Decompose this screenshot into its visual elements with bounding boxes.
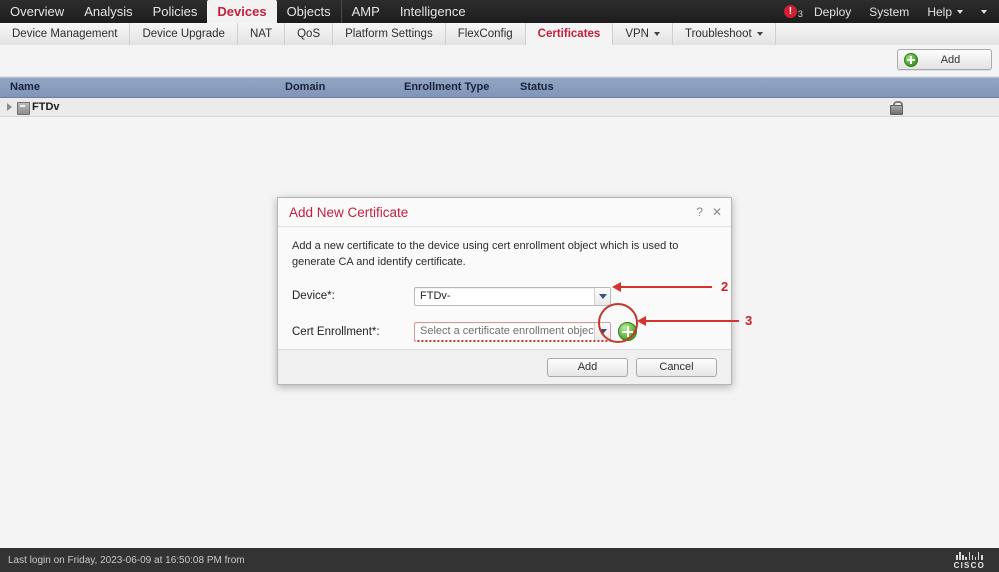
dialog-title: Add New Certificate bbox=[289, 204, 409, 220]
top-navigation-bar: Overview Analysis Policies Devices Objec… bbox=[0, 0, 999, 23]
device-field-label: Device*: bbox=[292, 290, 335, 303]
subnav-item-qos[interactable]: QoS bbox=[285, 23, 334, 45]
notification-badge[interactable]: ! 3 bbox=[776, 4, 805, 19]
subnav-label: VPN bbox=[625, 28, 649, 40]
certificates-table-header: Name Domain Enrollment Type Status bbox=[0, 77, 999, 98]
cisco-bars-icon bbox=[956, 551, 983, 560]
secondary-navigation-bar: Device Management Device Upgrade NAT QoS… bbox=[0, 23, 999, 46]
nav-item-analysis[interactable]: Analysis bbox=[74, 0, 142, 23]
cert-enrollment-select[interactable]: Select a certificate enrollment object bbox=[414, 321, 611, 342]
nav-label: Analysis bbox=[84, 4, 133, 19]
subnav-label: QoS bbox=[297, 28, 321, 40]
cert-enrollment-placeholder: Select a certificate enrollment object bbox=[420, 325, 597, 338]
application-window: Overview Analysis Policies Devices Objec… bbox=[0, 0, 999, 572]
dialog-add-button[interactable]: Add bbox=[547, 357, 628, 377]
subnav-item-nat[interactable]: NAT bbox=[238, 23, 286, 45]
system-menu[interactable]: System bbox=[860, 0, 918, 23]
nav-item-amp[interactable]: AMP bbox=[340, 0, 390, 23]
subnav-item-certificates[interactable]: Certificates bbox=[525, 23, 614, 46]
deploy-button[interactable]: Deploy bbox=[805, 0, 860, 23]
subnav-label: Device Upgrade bbox=[142, 28, 225, 40]
subnav-label: Platform Settings bbox=[345, 28, 433, 40]
nav-item-intelligence[interactable]: Intelligence bbox=[390, 0, 476, 23]
cisco-wordmark: CISCO bbox=[953, 560, 985, 570]
nav-item-policies[interactable]: Policies bbox=[143, 0, 208, 23]
cert-enrollment-field-label: Cert Enrollment*: bbox=[292, 325, 380, 338]
subnav-label: Certificates bbox=[537, 28, 601, 40]
dialog-description: Add a new certificate to the device usin… bbox=[292, 240, 679, 268]
chevron-down-icon bbox=[981, 9, 987, 14]
dialog-title-actions: ? ✕ bbox=[696, 198, 722, 226]
column-header-enrollment-type[interactable]: Enrollment Type bbox=[404, 78, 489, 97]
device-select[interactable]: FTDv- bbox=[414, 286, 611, 306]
column-header-name[interactable]: Name bbox=[10, 78, 40, 97]
nav-label: AMP bbox=[351, 4, 380, 19]
dialog-title-bar: Add New Certificate ? ✕ bbox=[278, 198, 731, 227]
system-label: System bbox=[869, 4, 910, 19]
notification-count: 3 bbox=[797, 9, 803, 19]
add-button-label: Add bbox=[940, 53, 961, 66]
annotation-number-2: 2 bbox=[721, 279, 729, 294]
nav-label: Devices bbox=[217, 4, 267, 19]
nav-label: Objects bbox=[286, 4, 331, 19]
subnav-item-vpn[interactable]: VPN bbox=[613, 23, 673, 45]
nav-item-objects[interactable]: Objects bbox=[277, 0, 341, 23]
subnav-item-flexconfig[interactable]: FlexConfig bbox=[446, 23, 526, 45]
row-device-name: FTDv bbox=[32, 101, 60, 113]
subnav-filler bbox=[776, 23, 999, 45]
subnav-label: Device Management bbox=[12, 28, 118, 40]
nav-item-overview[interactable]: Overview bbox=[0, 0, 74, 23]
annotation-arrow-2 bbox=[612, 282, 712, 292]
content-toolbar: 1 Add bbox=[0, 45, 999, 110]
nav-label: Intelligence bbox=[399, 4, 466, 19]
nav-item-devices[interactable]: Devices bbox=[207, 0, 277, 23]
chevron-down-icon[interactable] bbox=[594, 287, 610, 305]
table-row[interactable]: FTDv bbox=[0, 98, 999, 117]
annotation-number-3: 3 bbox=[745, 313, 753, 328]
subnav-item-device-upgrade[interactable]: Device Upgrade bbox=[130, 23, 238, 45]
status-bar: Last login on Friday, 2023-06-09 at 16:5… bbox=[0, 548, 999, 572]
last-login-text: Last login on Friday, 2023-06-09 at 16:5… bbox=[8, 554, 245, 566]
subnav-label: FlexConfig bbox=[457, 28, 513, 40]
add-certificate-button[interactable]: Add bbox=[897, 49, 992, 70]
chevron-down-icon bbox=[957, 9, 963, 14]
help-label: Help bbox=[927, 4, 952, 19]
column-header-domain[interactable]: Domain bbox=[285, 78, 325, 97]
user-menu[interactable] bbox=[972, 0, 999, 23]
lock-icon bbox=[890, 101, 903, 115]
subnav-item-platform-settings[interactable]: Platform Settings bbox=[333, 23, 446, 45]
top-nav-right-group: ! 3 Deploy System Help bbox=[776, 0, 999, 23]
nav-label: Overview bbox=[10, 4, 65, 19]
dialog-cancel-button[interactable]: Cancel bbox=[636, 357, 717, 377]
plus-icon bbox=[904, 52, 918, 67]
subnav-item-device-management[interactable]: Device Management bbox=[0, 23, 131, 45]
deploy-label: Deploy bbox=[813, 4, 852, 19]
column-header-status[interactable]: Status bbox=[520, 78, 554, 97]
annotation-arrow-3 bbox=[637, 316, 739, 326]
expand-triangle-icon[interactable] bbox=[7, 103, 12, 111]
device-select-value: FTDv- bbox=[420, 290, 451, 303]
primary-nav: Overview Analysis Policies Devices Objec… bbox=[0, 0, 476, 23]
cisco-logo: CISCO bbox=[954, 551, 985, 570]
chevron-down-icon bbox=[653, 32, 660, 36]
annotation-circle-highlight bbox=[598, 303, 638, 343]
chevron-down-icon bbox=[756, 32, 763, 36]
help-menu[interactable]: Help bbox=[918, 0, 972, 23]
nav-label: Policies bbox=[152, 4, 198, 19]
subnav-label: NAT bbox=[249, 28, 273, 40]
subnav-item-troubleshoot[interactable]: Troubleshoot bbox=[673, 23, 776, 45]
device-icon bbox=[17, 102, 30, 115]
help-icon[interactable]: ? bbox=[696, 205, 703, 219]
alert-icon: ! bbox=[783, 5, 797, 18]
subnav-label: Troubleshoot bbox=[684, 28, 752, 40]
close-icon[interactable]: ✕ bbox=[712, 205, 722, 219]
dialog-footer: Add Cancel bbox=[278, 349, 731, 384]
